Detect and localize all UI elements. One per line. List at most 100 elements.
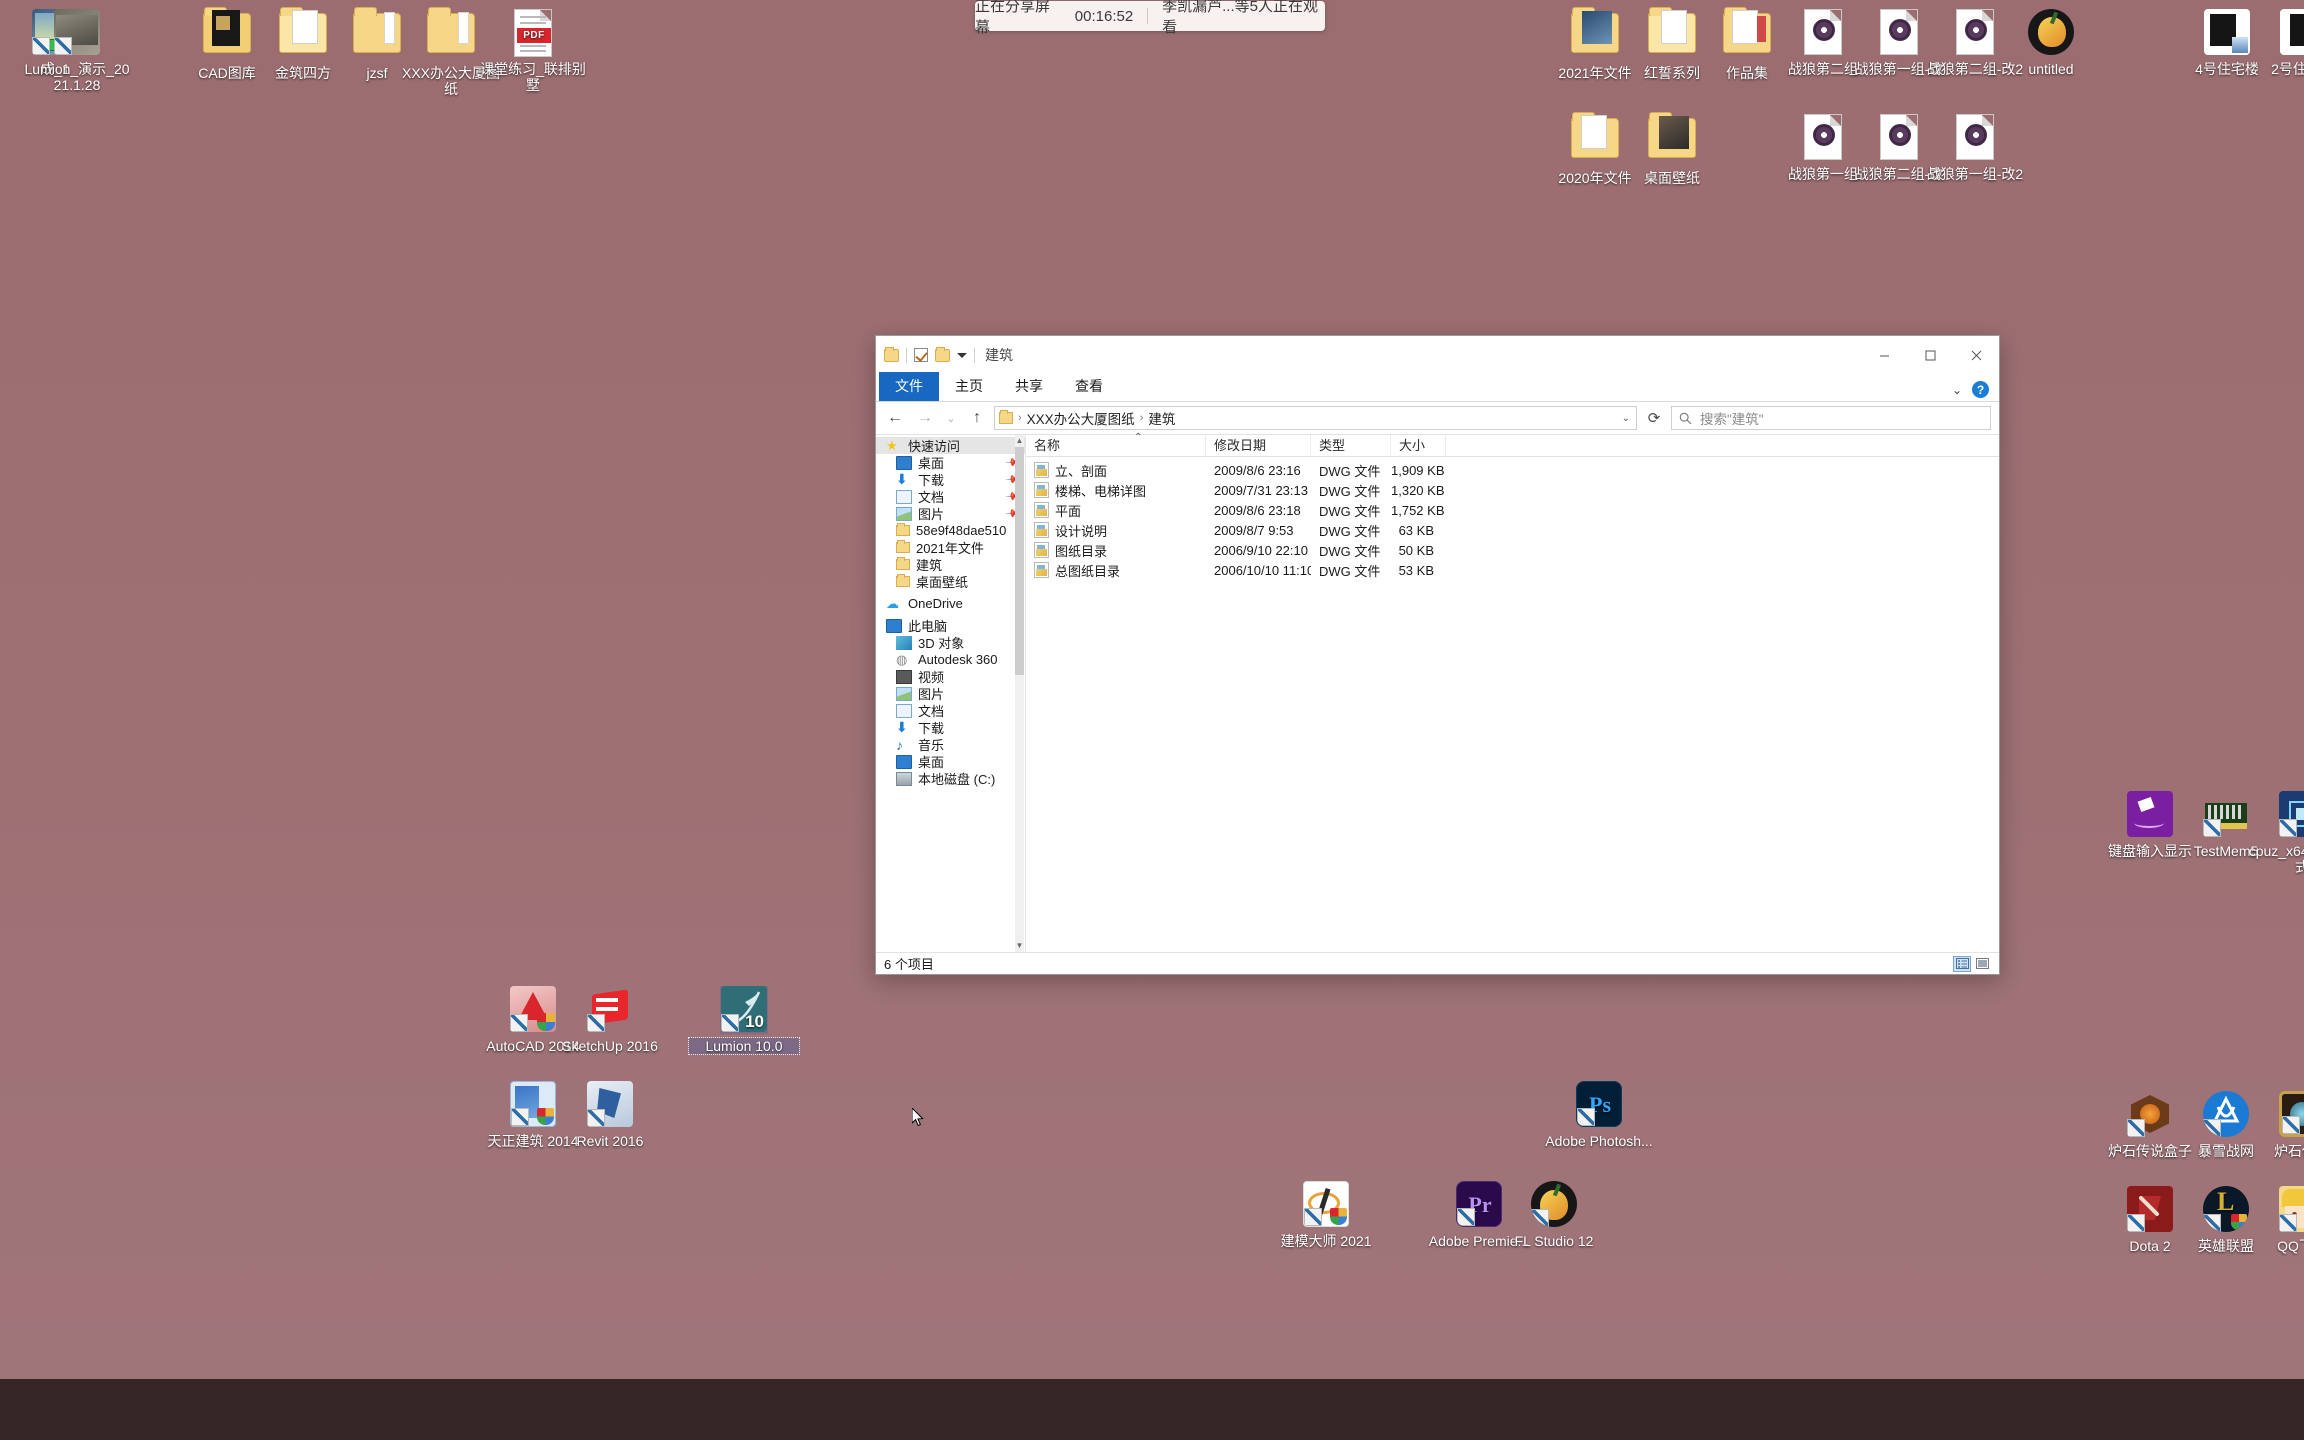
hearthstone-box-icon [2126,1091,2174,1139]
nav-section-this-pc[interactable]: 此电脑 [876,617,1025,634]
nav-item-documents[interactable]: 文档 [876,702,1025,719]
nav-item-local-disk-c[interactable]: 本地磁盘 (C:) [876,770,1025,787]
nav-item-autodesk360[interactable]: ◍ Autodesk 360 [876,651,1025,668]
navigation-pane-scrollbar[interactable]: ▲ ▼ [1015,435,1024,952]
scrollbar-thumb[interactable] [1015,447,1024,675]
desktop-icon-sketchup[interactable]: SketchUp 2016 [555,985,665,1054]
minimize-button[interactable] [1861,340,1907,370]
file-explorer-window[interactable]: 建筑 文件 主页 共享 查看 ⌄ ? ← → ⌄ ↑ › XXX办公大厦图纸 ›… [875,335,2000,975]
scroll-up-arrow[interactable]: ▲ [1015,435,1024,447]
chevron-down-icon[interactable]: ⌄ [1622,413,1632,424]
column-header-modified[interactable]: 修改日期 [1206,434,1311,457]
nav-item-music[interactable]: ♪ 音乐 [876,736,1025,754]
tab-share[interactable]: 共享 [999,372,1059,401]
nav-item-folder-jianzhu[interactable]: 建筑 [876,556,1025,573]
maximize-button[interactable] [1907,340,1953,370]
desktop-icon-revit[interactable]: Revit 2016 [555,1080,665,1149]
table-row[interactable]: 楼梯、电梯详图 2009/7/31 23:13 DWG 文件 1,320 KB [1026,480,1999,500]
chevron-down-icon[interactable] [957,352,967,358]
nav-item-downloads[interactable]: ⬇ 下载 📌 [876,471,1025,489]
nav-item-folder[interactable]: 2021年文件 [876,539,1025,556]
table-row[interactable]: 设计说明 2009/8/7 9:53 DWG 文件 63 KB [1026,520,1999,540]
properties-icon[interactable] [914,348,928,362]
nav-item-pictures[interactable]: 图片 📌 [876,505,1025,523]
ribbon-tabs[interactable]: 文件 主页 共享 查看 ⌄ ? [876,372,1999,402]
desktop-icon-flstudio[interactable]: FL Studio 12 [1499,1180,1609,1249]
star-icon: ★ [886,437,898,453]
table-row[interactable]: 图纸目录 2006/9/10 22:10 DWG 文件 50 KB [1026,540,1999,560]
desktop-icon[interactable]: PDF 课堂练习_联排别墅 [478,8,588,93]
navigation-bar[interactable]: ← → ⌄ ↑ › XXX办公大厦图纸 › 建筑 ⌄ ⟳ 搜索"建筑" [876,402,1999,434]
desktop-icon[interactable]: cpuz_x64-快捷方式 [2247,790,2304,875]
refresh-button[interactable]: ⟳ [1641,406,1667,430]
nav-item-folder[interactable]: 桌面壁纸 [876,573,1025,590]
column-header-name[interactable]: 名称 [1026,434,1206,457]
up-button[interactable]: ↑ [964,405,990,431]
desktop-icon[interactable]: Lumion_演示_2021.1.28 [22,8,132,93]
nav-item-desktop[interactable]: 桌面 [876,753,1025,770]
large-icons-view-button[interactable] [1973,956,1991,972]
window-controls[interactable] [1861,340,1999,370]
nav-item-pictures[interactable]: 图片 [876,685,1025,702]
tab-home[interactable]: 主页 [939,372,999,401]
nav-item-3d-objects[interactable]: 3D 对象 [876,634,1025,651]
details-view-button[interactable] [1953,955,1971,972]
column-headers[interactable]: 名称 修改日期 类型 大小 ⌃ [1026,432,1999,457]
forward-button[interactable]: → [912,405,938,431]
flstudio-icon [2027,9,2075,57]
audio-file-icon [1951,114,1999,162]
navigation-pane[interactable]: ★ 快速访问 桌面 📌 ⬇ 下载 📌 文档 📌 图片 📌 58e9f48dae5… [876,435,1026,952]
file-name: 图纸目录 [1055,543,1108,559]
table-row[interactable]: 立、剖面 2009/8/6 23:16 DWG 文件 1,909 KB [1026,460,1999,480]
view-toggle-group[interactable] [1953,955,1999,972]
address-bar[interactable]: › XXX办公大厦图纸 › 建筑 ⌄ [994,406,1637,430]
nav-item-videos[interactable]: 视频 [876,668,1025,685]
table-row[interactable]: 平面 2009/8/6 23:18 DWG 文件 1,752 KB [1026,500,1999,520]
nav-section-onedrive[interactable]: ☁ OneDrive [876,595,1025,612]
back-button[interactable]: ← [882,405,908,431]
column-header-type[interactable]: 类型 [1311,434,1391,457]
desktop-icon[interactable]: 炉石传说 [2247,1090,2304,1159]
dwg-file-icon [1034,542,1049,558]
taskbar[interactable] [0,1379,2304,1440]
desktop-icon[interactable]: untitled [1996,8,2106,77]
tab-view[interactable]: 查看 [1059,372,1119,401]
recent-locations-button[interactable]: ⌄ [942,405,960,431]
desktop-icon[interactable]: 建模大师 2021 [1271,1180,1381,1249]
search-input[interactable]: 搜索"建筑" [1671,406,1991,430]
desktop-icon[interactable]: 战狼第一组-改2 [1920,113,2030,182]
desktop-icon[interactable]: 桌面壁纸 [1617,112,1727,186]
breadcrumb-item-parent[interactable]: XXX办公大厦图纸 [1027,408,1135,428]
column-header-size[interactable]: 大小 [1391,434,1446,457]
tab-file[interactable]: 文件 [879,372,939,401]
screen-share-banner[interactable]: 正在分享屏幕 00:16:52 季凯漏芦...等5人正在观看 [975,0,1325,36]
breadcrumb-item-current[interactable]: 建筑 [1148,408,1175,428]
folder-icon[interactable] [884,346,899,362]
desktop-icon-qqspeed[interactable]: QQ飞车 [2247,1185,2304,1254]
sort-ascending-icon: ⌃ [1134,432,1143,443]
new-folder-icon[interactable] [935,346,950,362]
breadcrumb-separator: › [1139,412,1144,424]
folder-icon [999,410,1013,424]
nav-item-desktop[interactable]: 桌面 📌 [876,454,1025,472]
quick-access-toolbar[interactable] [884,346,975,363]
scroll-down-arrow[interactable]: ▼ [1015,940,1024,952]
desktop-icon-lumion[interactable]: 10 Lumion 10.0 [688,985,800,1055]
nav-item-folder[interactable]: 58e9f48dae510 [876,522,1025,539]
folder-icon [1648,7,1696,61]
file-modified: 2009/8/6 23:18 [1214,502,1301,518]
nav-item-documents[interactable]: 文档 📌 [876,488,1025,506]
chevron-down-icon[interactable]: ⌄ [1952,383,1962,397]
file-list-pane[interactable]: 名称 修改日期 类型 大小 ⌃ 立、剖面 2009/8/6 23:16 DWG … [1026,432,1999,952]
desktop-icon-label: 炉石传说 [2274,1143,2304,1159]
desktop-icon[interactable]: 2号住宅楼 [2248,8,2304,77]
table-row[interactable]: 总图纸目录 2006/10/10 11:10 DWG 文件 53 KB [1026,560,1999,580]
nav-section-quick-access[interactable]: ★ 快速访问 [876,437,1025,454]
close-button[interactable] [1953,340,1999,370]
title-bar[interactable]: 建筑 [876,336,1999,374]
nav-item-downloads[interactable]: ⬇ 下载 [876,719,1025,737]
file-rows[interactable]: 立、剖面 2009/8/6 23:16 DWG 文件 1,909 KB 楼梯、电… [1026,457,1999,952]
desktop-icon-photoshop[interactable]: Ps Adobe Photosh... [1544,1080,1654,1149]
audio-file-icon [1799,114,1847,162]
help-icon[interactable]: ? [1972,381,1989,398]
